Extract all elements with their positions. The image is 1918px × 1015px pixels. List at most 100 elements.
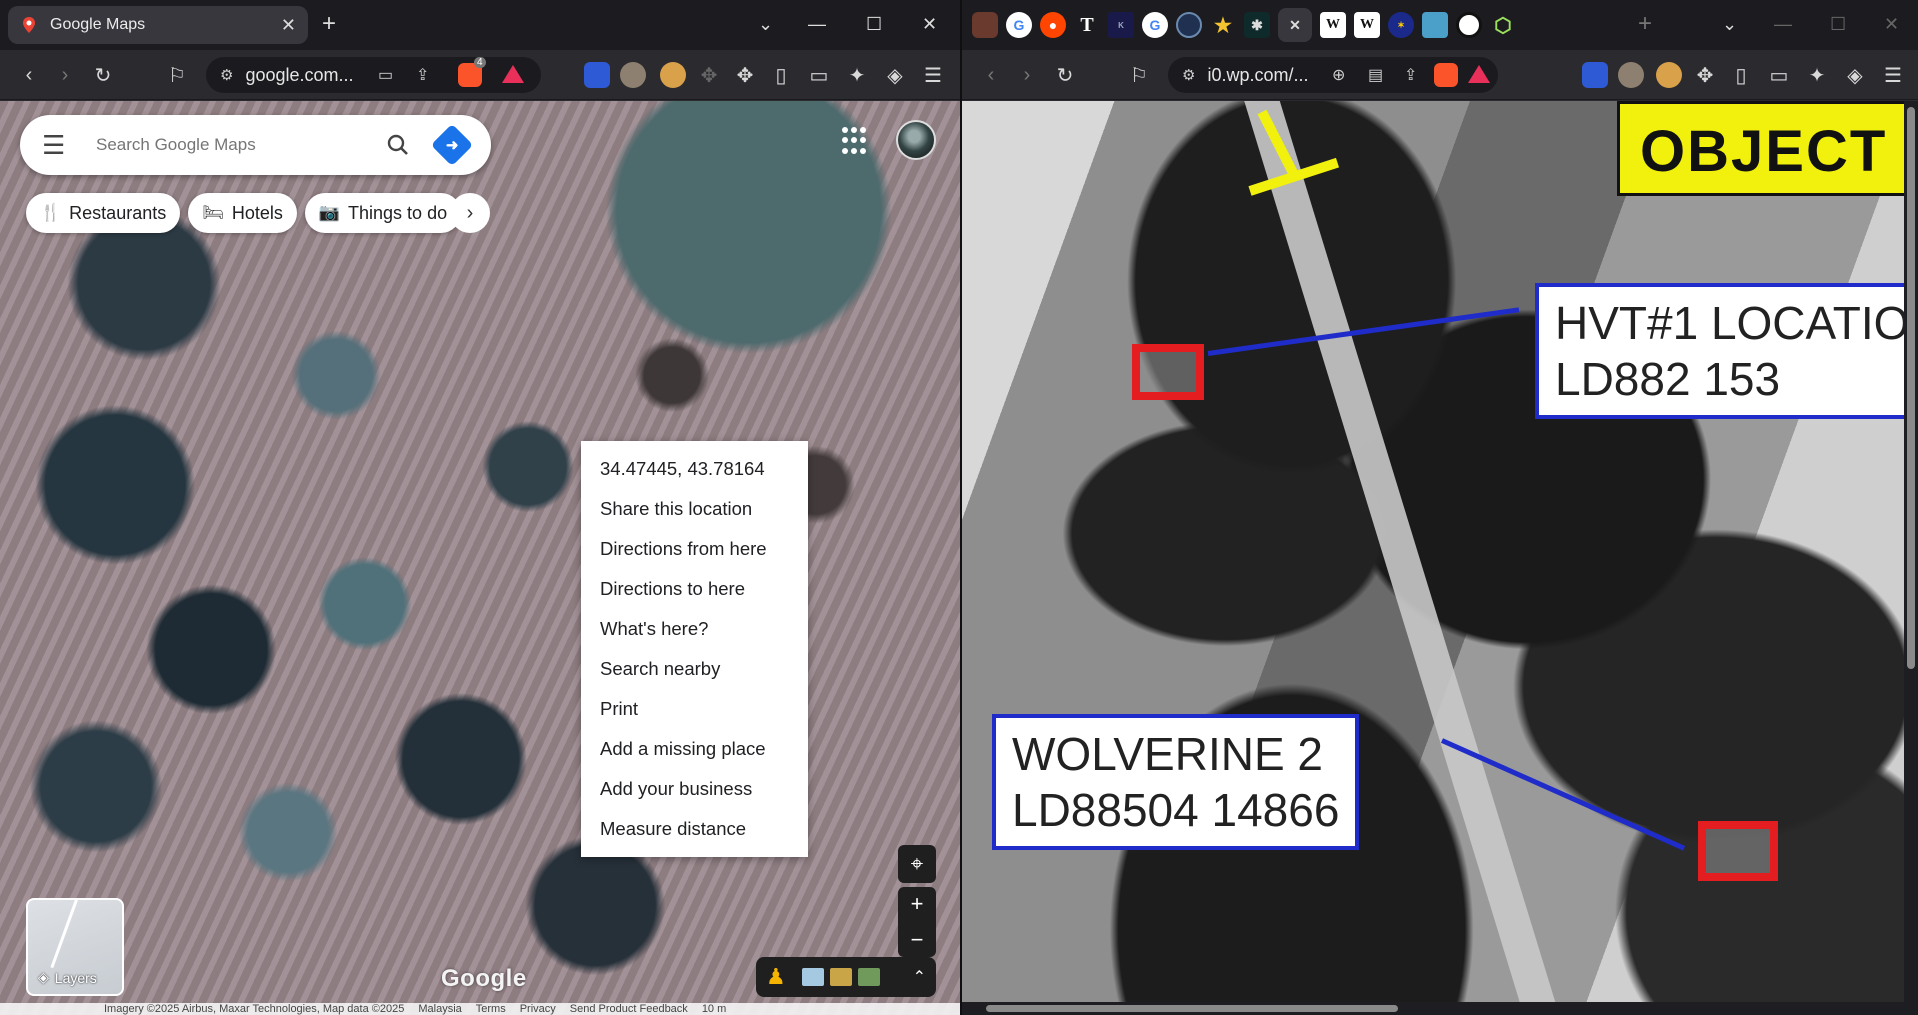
close-tab-icon[interactable]: ✕ xyxy=(281,15,296,36)
satellite-thumbnail[interactable] xyxy=(857,968,880,986)
menu-item-directions-to[interactable]: Directions to here xyxy=(581,569,808,609)
tab-google-icon[interactable]: G xyxy=(1006,12,1032,38)
menu-item-add-business[interactable]: Add your business xyxy=(581,769,808,809)
minimize-button-right[interactable]: — xyxy=(1774,14,1792,34)
tab-t-icon[interactable]: T xyxy=(1074,12,1100,38)
footer-privacy-link[interactable]: Privacy xyxy=(520,1003,556,1015)
menu-item-print[interactable]: Print xyxy=(581,689,808,729)
reload-icon[interactable]: ↻ xyxy=(90,62,116,88)
close-window-button-right[interactable]: ✕ xyxy=(1884,14,1899,34)
leo-ai-icon[interactable]: ✦ xyxy=(1804,62,1830,88)
tab-favicon-14-icon[interactable] xyxy=(1422,12,1448,38)
terrain-thumbnail[interactable] xyxy=(829,968,852,986)
expand-chevron-icon[interactable]: ⌃ xyxy=(913,967,926,987)
footer-region[interactable]: Malaysia xyxy=(418,1003,461,1015)
pegman-icon[interactable]: ♟ xyxy=(766,964,786,990)
back-icon[interactable]: ‹ xyxy=(16,62,42,88)
tab-google-2-icon[interactable]: G xyxy=(1142,12,1168,38)
reload-icon[interactable]: ↻ xyxy=(1052,62,1078,88)
extensions-icon[interactable]: ✥ xyxy=(1692,62,1718,88)
forward-icon[interactable]: › xyxy=(52,62,78,88)
vertical-scrollbar[interactable] xyxy=(1904,101,1918,1015)
extensions-icon[interactable]: ✥ xyxy=(732,62,758,88)
site-settings-icon[interactable]: ⚙ xyxy=(1182,66,1195,84)
share-icon[interactable]: ⇪ xyxy=(1404,65,1417,85)
new-tab-button-right[interactable]: + xyxy=(1638,12,1652,36)
tab-globe-icon[interactable] xyxy=(1176,12,1202,38)
chip-restaurants[interactable]: 🍴 Restaurants xyxy=(26,193,181,233)
extension-owl-icon[interactable] xyxy=(620,62,646,88)
new-tab-button[interactable]: + xyxy=(322,12,336,36)
brave-rewards-icon[interactable] xyxy=(502,65,524,83)
vpn-icon[interactable]: ◈ xyxy=(882,62,908,88)
tab-star-icon[interactable]: ★ xyxy=(1210,12,1236,38)
tab-reddit-icon[interactable]: ● xyxy=(1040,12,1066,38)
search-input[interactable] xyxy=(96,135,383,155)
extension-puzzle-dim-icon[interactable]: ✥ xyxy=(696,62,722,88)
chips-next-chevron-icon[interactable]: › xyxy=(450,193,490,233)
menu-item-directions-from[interactable]: Directions from here xyxy=(581,529,808,569)
menu-item-add-missing-place[interactable]: Add a missing place xyxy=(581,729,808,769)
menu-item-share-location[interactable]: Share this location xyxy=(581,489,808,529)
minimize-button[interactable]: — xyxy=(808,14,826,34)
bitwarden-extension-icon[interactable] xyxy=(1582,62,1608,88)
google-apps-icon[interactable] xyxy=(842,127,870,155)
footer-feedback-link[interactable]: Send Product Feedback xyxy=(570,1003,688,1015)
main-menu-icon[interactable]: ☰ xyxy=(920,62,946,88)
menu-item-whats-here[interactable]: What's here? xyxy=(581,609,808,649)
address-bar[interactable]: ⚙ google.com... ▭ ⇪ 4 xyxy=(206,57,541,93)
sidebar-icon[interactable]: ▯ xyxy=(1728,62,1754,88)
menu-item-search-nearby[interactable]: Search nearby xyxy=(581,649,808,689)
scale-label[interactable]: 10 m xyxy=(702,1003,726,1015)
brave-rewards-icon[interactable] xyxy=(1468,65,1490,83)
cast-icon[interactable]: ▭ xyxy=(378,65,393,85)
sidebar-icon[interactable]: ▯ xyxy=(768,62,794,88)
avatar[interactable] xyxy=(896,120,936,160)
imagery-thumbnail[interactable] xyxy=(801,968,824,986)
back-icon[interactable]: ‹ xyxy=(978,62,1004,88)
tab-wikipedia-icon[interactable]: W xyxy=(1320,12,1346,38)
bitwarden-extension-icon[interactable] xyxy=(584,62,610,88)
extension-cookie-icon[interactable] xyxy=(660,62,686,88)
vertical-scroll-thumb[interactable] xyxy=(1907,107,1915,669)
close-window-button[interactable]: ✕ xyxy=(922,14,937,34)
zoom-in-icon[interactable]: + xyxy=(911,891,924,917)
tab-active-close-icon[interactable]: ✕ xyxy=(1278,8,1312,42)
bookmark-icon[interactable]: ⚐ xyxy=(164,62,190,88)
brave-shields-icon[interactable] xyxy=(1434,63,1458,87)
map-canvas[interactable]: ☰ ➜ 🍴 Restaurants 🛏 Hotels 📷 Things to d… xyxy=(0,101,960,1015)
leo-ai-icon[interactable]: ✦ xyxy=(844,62,870,88)
zoom-icon[interactable]: ⊕ xyxy=(1332,65,1345,85)
wallet-icon[interactable]: ▭ xyxy=(1766,62,1792,88)
tab-eu-icon[interactable]: ✶ xyxy=(1388,12,1414,38)
tab-search-chevron-right-icon[interactable]: ⌄ xyxy=(1722,14,1737,34)
search-icon[interactable] xyxy=(383,130,413,160)
my-location-button[interactable]: ⌖ xyxy=(898,845,936,883)
extension-owl-icon[interactable] xyxy=(1618,62,1644,88)
chip-things-to-do[interactable]: 📷 Things to do xyxy=(304,193,462,233)
vpn-icon[interactable]: ◈ xyxy=(1842,62,1868,88)
forward-icon[interactable]: › xyxy=(1014,62,1040,88)
hamburger-menu-icon[interactable]: ☰ xyxy=(42,130,70,161)
tab-favicon-9-icon[interactable]: ✱ xyxy=(1244,12,1270,38)
directions-icon[interactable]: ➜ xyxy=(430,123,474,167)
tab-search-chevron-icon[interactable]: ⌄ xyxy=(758,14,773,34)
main-menu-icon[interactable]: ☰ xyxy=(1880,62,1906,88)
address-bar-right[interactable]: ⚙ i0.wp.com/... ⊕ ▤ ⇪ xyxy=(1168,57,1498,93)
horizontal-scroll-thumb[interactable] xyxy=(986,1005,1398,1012)
tab-cube-icon[interactable]: ⬡ xyxy=(1490,12,1516,38)
extension-cookie-icon[interactable] xyxy=(1656,62,1682,88)
tab-favicon-1-icon[interactable] xyxy=(972,12,998,38)
tab-kym-icon[interactable]: K xyxy=(1108,12,1134,38)
zoom-out-icon[interactable]: − xyxy=(911,927,924,953)
wallet-icon[interactable]: ▭ xyxy=(806,62,832,88)
reader-mode-icon[interactable]: ▤ xyxy=(1368,65,1383,85)
footer-terms-link[interactable]: Terms xyxy=(476,1003,506,1015)
maximize-button-right[interactable]: ☐ xyxy=(1830,14,1846,34)
share-icon[interactable]: ⇪ xyxy=(416,65,429,85)
tab-wikipedia-2-icon[interactable]: W xyxy=(1354,12,1380,38)
chip-hotels[interactable]: 🛏 Hotels xyxy=(188,193,297,233)
maximize-button[interactable]: ☐ xyxy=(866,14,882,34)
menu-item-measure-distance[interactable]: Measure distance xyxy=(581,809,808,849)
horizontal-scrollbar[interactable] xyxy=(962,1002,1904,1015)
